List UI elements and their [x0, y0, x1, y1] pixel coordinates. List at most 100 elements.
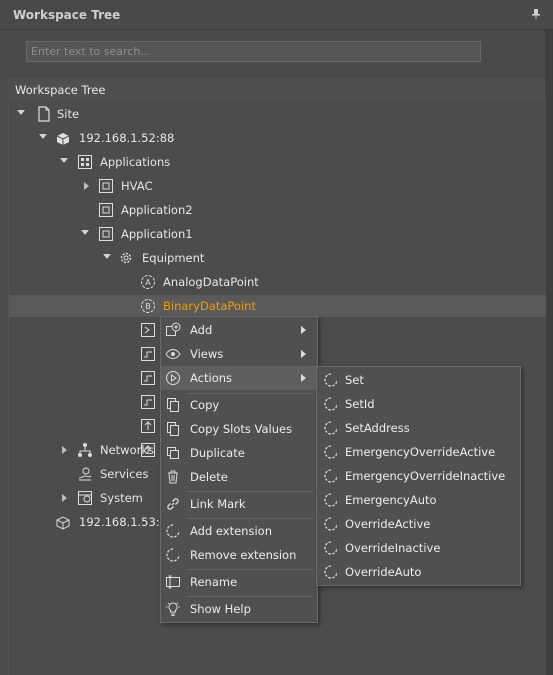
menu-item-add-extension[interactable]: Add extension	[161, 519, 317, 543]
submenu-item-override-active[interactable]: OverrideActive	[317, 512, 520, 536]
spinner-icon	[324, 493, 338, 507]
panel-header: Workspace Tree	[0, 0, 553, 30]
tree-node-label: Networks	[100, 443, 155, 457]
submenu-arrow-icon	[301, 326, 306, 334]
submenu-item-emergency-auto[interactable]: EmergencyAuto	[317, 488, 520, 512]
menu-item-views[interactable]: Views	[161, 342, 317, 366]
expand-toggle[interactable]	[84, 182, 89, 190]
pin-icon[interactable]	[531, 9, 541, 19]
menu-item-label: Delete	[190, 470, 228, 484]
spinner-icon	[324, 421, 338, 435]
menu-item-copy-slots[interactable]: Copy Slots Values	[161, 417, 317, 441]
tree-node-label: Applications	[100, 155, 171, 169]
tree-node-hvac[interactable]: HVAC	[9, 175, 546, 197]
expand-toggle[interactable]	[103, 254, 111, 259]
play-icon	[166, 371, 180, 385]
file-icon	[38, 106, 50, 122]
menu-item-label: Copy	[190, 398, 220, 412]
menu-item-show-help[interactable]: Show Help	[161, 597, 317, 621]
submenu-item-override-auto[interactable]: OverrideAuto	[317, 560, 520, 584]
device-icon	[56, 133, 70, 145]
menu-item-label: Add extension	[190, 524, 272, 538]
network-icon	[78, 443, 92, 457]
tree-node-label: 192.168.1.52:88	[79, 131, 175, 145]
tree-node-label: Services	[100, 467, 149, 481]
tree-node-application2[interactable]: Application2	[9, 199, 546, 221]
submenu-item-emergency-override-inactive[interactable]: EmergencyOverrideInactive	[317, 464, 520, 488]
menu-item-link-mark[interactable]: Link Mark	[161, 492, 317, 516]
menu-item-label: Views	[190, 347, 224, 361]
submenu-item-label: EmergencyOverrideInactive	[345, 469, 506, 483]
tree-node-analog[interactable]: A AnalogDataPoint	[9, 271, 546, 293]
menu-item-label: Remove extension	[190, 548, 297, 562]
submenu-item-label: OverrideInactive	[345, 541, 441, 555]
menu-item-copy[interactable]: Copy	[161, 393, 317, 417]
submenu-item-label: EmergencyAuto	[345, 493, 437, 507]
panel-scrollbar[interactable]	[545, 30, 553, 675]
submenu-item-emergency-override-active[interactable]: EmergencyOverrideActive	[317, 440, 520, 464]
menu-item-label: Show Help	[190, 602, 251, 616]
tree-node-binary[interactable]: B BinaryDataPoint	[9, 295, 546, 317]
services-icon	[78, 467, 92, 481]
tree-node-application1[interactable]: Application1	[9, 223, 546, 245]
spinner-icon	[324, 373, 338, 387]
tree-node-site[interactable]: Site	[9, 103, 546, 125]
spinner-icon	[166, 548, 180, 562]
expand-toggle[interactable]	[81, 230, 89, 235]
tree-node-label: HVAC	[121, 179, 153, 193]
eye-icon	[165, 348, 181, 360]
menu-item-duplicate[interactable]: Duplicate	[161, 441, 317, 465]
tree-node-label: System	[100, 491, 143, 505]
tree-node-label: Application1	[121, 227, 193, 241]
submenu-arrow-icon	[301, 374, 306, 382]
copy-slots-icon	[167, 422, 179, 436]
menu-item-actions[interactable]: Actions	[161, 366, 317, 390]
trash-icon	[168, 470, 178, 484]
menu-item-label: Duplicate	[190, 446, 245, 460]
link-icon	[167, 498, 179, 510]
spinner-icon	[324, 397, 338, 411]
expand-toggle[interactable]	[62, 446, 67, 454]
menu-item-delete[interactable]: Delete	[161, 465, 317, 489]
binary-point-icon: B	[141, 299, 155, 313]
svg-text:B: B	[145, 302, 151, 311]
submenu-item-setid[interactable]: SetId	[317, 392, 520, 416]
menu-item-remove-extension[interactable]: Remove extension	[161, 543, 317, 567]
tree-node-label: Site	[57, 107, 80, 121]
application-icon	[99, 203, 113, 217]
expand-toggle[interactable]	[17, 110, 25, 115]
expand-toggle[interactable]	[62, 494, 67, 502]
search-input[interactable]	[26, 41, 481, 62]
submenu-item-setaddress[interactable]: SetAddress	[317, 416, 520, 440]
datapoint-icon	[141, 323, 155, 337]
menu-item-label: Rename	[190, 575, 238, 589]
submenu-item-label: Set	[345, 373, 364, 387]
submenu-item-label: OverrideAuto	[345, 565, 422, 579]
device-icon	[56, 516, 70, 530]
submenu-item-label: OverrideActive	[345, 517, 431, 531]
add-icon	[166, 322, 181, 336]
submenu-item-override-inactive[interactable]: OverrideInactive	[317, 536, 520, 560]
rename-icon	[166, 575, 180, 589]
tree-node-label: BinaryDataPoint	[163, 299, 256, 313]
spinner-icon	[324, 517, 338, 531]
expand-toggle[interactable]	[60, 158, 68, 163]
submenu-item-set[interactable]: Set	[317, 368, 520, 392]
tree-node-equipment[interactable]: Equipment	[9, 247, 546, 269]
tree-node-device[interactable]: 192.168.1.52:88	[9, 127, 546, 149]
analog-point-icon: A	[141, 275, 155, 289]
spinner-icon	[166, 524, 180, 538]
tree-node-label: Application2	[121, 203, 193, 217]
menu-item-label: Link Mark	[190, 497, 246, 511]
menu-item-rename[interactable]: Rename	[161, 570, 317, 594]
submenu-arrow-icon	[301, 350, 306, 358]
spinner-icon	[324, 445, 338, 459]
menu-item-add[interactable]: Add	[161, 318, 317, 342]
expand-toggle[interactable]	[39, 134, 47, 139]
datapoint-icon	[141, 347, 155, 361]
tree-header-label: Workspace Tree	[15, 83, 106, 97]
submenu-item-label: SetId	[345, 397, 375, 411]
tree-node-label: Equipment	[142, 251, 205, 265]
lightbulb-icon	[166, 602, 180, 616]
tree-node-applications[interactable]: Applications	[9, 151, 546, 173]
